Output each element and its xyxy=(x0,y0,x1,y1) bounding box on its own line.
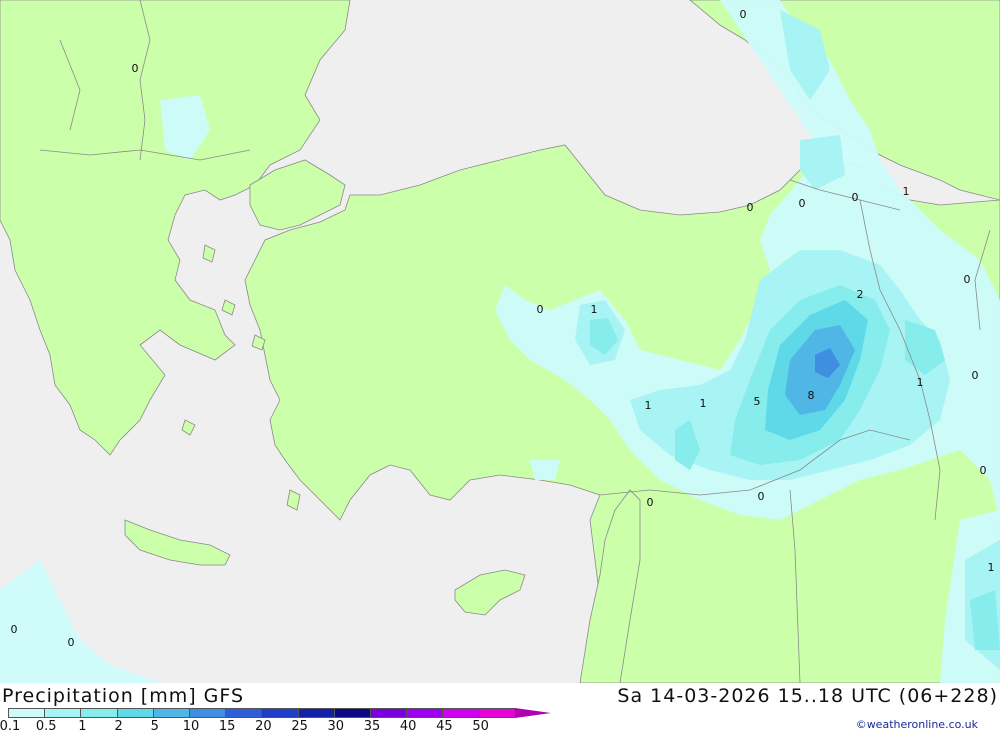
legend-swatch xyxy=(261,708,299,718)
precip-value-label: 0 xyxy=(132,62,139,75)
legend-tick-label: 40 xyxy=(399,719,417,734)
legend-tick-label: 45 xyxy=(436,719,453,734)
precip-value-label: 8 xyxy=(808,389,815,402)
legend-swatch xyxy=(8,708,46,718)
precipitation-map: 0 0 0 0 0 1 0 0 1 2 1 0 1 1 5 8 0 0 0 1 0 0 xyxy=(0,0,1000,683)
legend-swatch xyxy=(297,708,335,718)
legend-tick-label: 2 xyxy=(114,719,123,734)
legend-swatch xyxy=(152,708,190,718)
legend-swatch xyxy=(333,708,371,718)
legend-extend-arrow xyxy=(514,708,551,718)
precip-value-label: 0 xyxy=(799,197,806,210)
precip-value-label: 0 xyxy=(758,490,765,503)
footer: Precipitation [mm] GFS Sa 14-03-2026 15.… xyxy=(0,683,1000,734)
legend-swatch xyxy=(478,708,516,718)
legend-tick-label: 50 xyxy=(472,719,489,734)
legend-swatch xyxy=(370,708,408,718)
legend-tick-label: 0.5 xyxy=(35,719,57,734)
precip-value-label: 0 xyxy=(972,369,979,382)
precip-value-label: 2 xyxy=(857,288,864,301)
legend-tick-label: 15 xyxy=(218,719,236,734)
legend-tick-label: 35 xyxy=(363,719,381,734)
color-legend: 0.1 0.5 1 2 5 10 15 20 25 30 35 40 45 50 xyxy=(0,708,551,734)
precip-value-label: 0 xyxy=(964,273,971,286)
legend-swatch xyxy=(442,708,480,718)
map-title: Precipitation [mm] GFS xyxy=(2,685,245,707)
precip-value-label: 0 xyxy=(747,201,754,214)
legend-swatch xyxy=(189,708,227,718)
legend-tick-label: 25 xyxy=(291,719,308,734)
legend-swatch xyxy=(44,708,82,718)
legend-tick-label: 5 xyxy=(150,719,159,734)
legend-tick-label: 0.1 xyxy=(0,719,21,734)
legend-swatch xyxy=(225,708,263,718)
precip-01 xyxy=(530,460,560,480)
precip-value-label: 1 xyxy=(903,185,910,198)
credit-link[interactable]: ©weatheronline.co.uk xyxy=(856,718,978,731)
precip-1 xyxy=(970,590,1000,650)
legend-swatch xyxy=(116,708,154,718)
legend-swatch xyxy=(406,708,444,718)
legend-tick-label: 1 xyxy=(78,719,87,734)
precip-value-label: 1 xyxy=(700,397,707,410)
legend-tick-label: 30 xyxy=(327,719,345,734)
precip-value-label: 5 xyxy=(754,395,761,408)
precip-value-label: 1 xyxy=(591,303,598,316)
precip-value-label: 1 xyxy=(917,376,924,389)
legend-tick-label: 10 xyxy=(182,719,200,734)
precip-value-label: 0 xyxy=(537,303,544,316)
valid-time: Sa 14-03-2026 15..18 UTC (06+228) xyxy=(617,685,998,707)
precip-value-label: 1 xyxy=(988,561,995,574)
precip-value-label: 0 xyxy=(740,8,747,21)
legend-tick-label: 20 xyxy=(255,719,272,734)
precip-value-label: 0 xyxy=(11,623,18,636)
precip-value-label: 0 xyxy=(647,496,654,509)
precip-value-label: 0 xyxy=(68,636,75,649)
precip-value-label: 0 xyxy=(980,464,987,477)
legend-swatch xyxy=(80,708,118,718)
precip-value-label: 1 xyxy=(645,399,652,412)
precip-value-label: 0 xyxy=(852,191,859,204)
